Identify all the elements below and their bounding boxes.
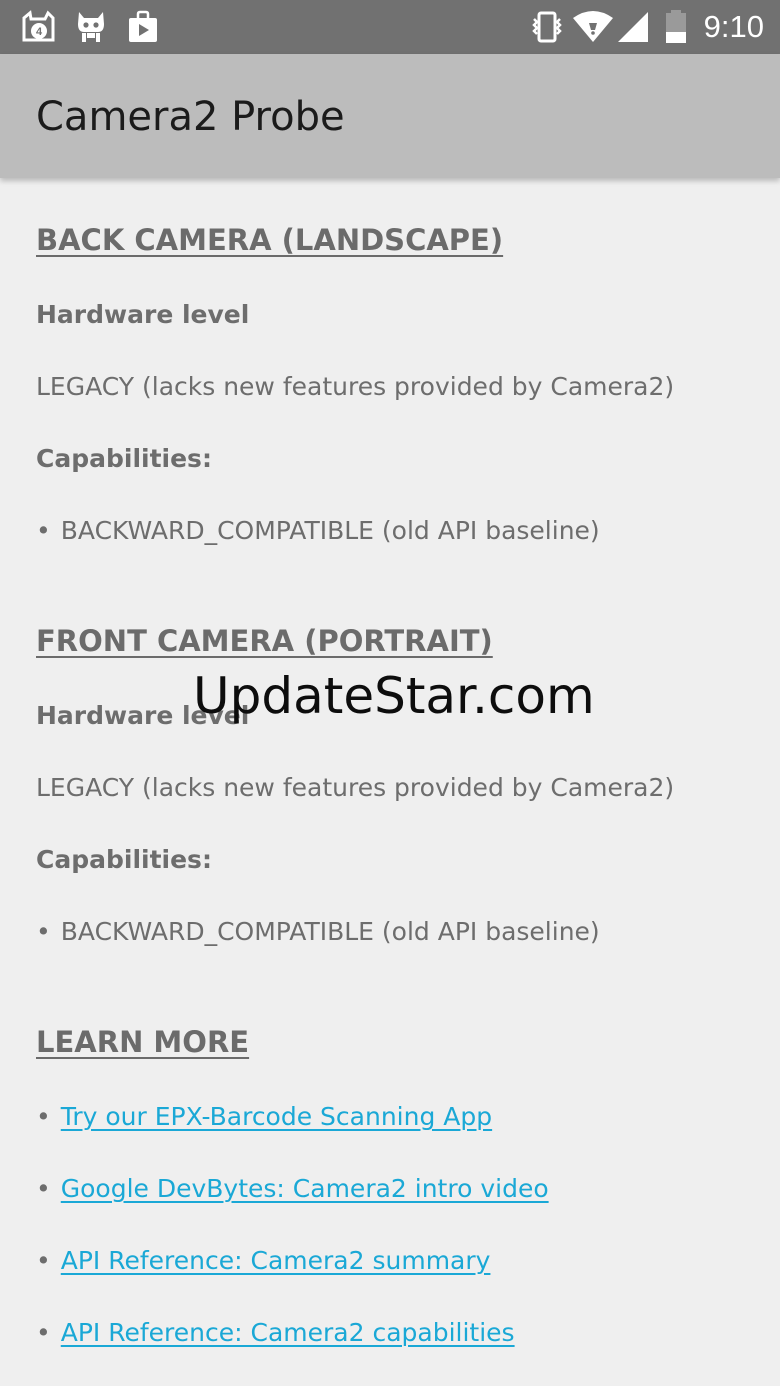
front-capability-item: • BACKWARD_COMPATIBLE (old API baseline)	[36, 916, 600, 948]
bullet: •	[36, 516, 51, 545]
learn-more-item: • API Reference: Camera2 capabilities	[36, 1317, 515, 1349]
epx-barcode-app-link[interactable]: Try our EPX-Barcode Scanning App	[61, 1102, 492, 1131]
bullet: •	[36, 1246, 51, 1275]
api-capabilities-link[interactable]: API Reference: Camera2 capabilities	[61, 1318, 515, 1347]
battery-icon	[664, 10, 688, 44]
back-hardware-level-label: Hardware level	[36, 300, 250, 329]
status-bar: 4 9:10	[0, 0, 780, 54]
learn-more-item: • Google DevBytes: Camera2 intro video	[36, 1173, 549, 1205]
bullet: •	[36, 917, 51, 946]
learn-more-item: • API Reference: Camera2 summary	[36, 1245, 490, 1277]
watermark: UpdateStar.com	[193, 667, 595, 725]
learn-more-item: • Try our EPX-Barcode Scanning App	[36, 1101, 492, 1133]
learn-more-heading: LEARN MORE	[36, 1025, 250, 1059]
app-bar: Camera2 Probe	[0, 54, 780, 178]
capability-text: BACKWARD_COMPATIBLE (old API baseline)	[60, 516, 600, 545]
front-hardware-level-value: LEGACY (lacks new features provided by C…	[36, 773, 675, 802]
media-store-icon	[126, 10, 160, 44]
capability-text: BACKWARD_COMPATIBLE (old API baseline)	[60, 917, 600, 946]
bullet: •	[36, 1318, 51, 1347]
bullet: •	[36, 1102, 51, 1131]
cat-notification-icon: 4	[22, 10, 56, 44]
app-title: Camera2 Probe	[36, 94, 345, 140]
front-capabilities-label: Capabilities:	[36, 845, 212, 874]
devbytes-video-link[interactable]: Google DevBytes: Camera2 intro video	[61, 1174, 549, 1203]
back-camera-heading: BACK CAMERA (LANDSCAPE)	[36, 223, 504, 257]
vibrate-icon	[530, 10, 564, 44]
front-camera-heading: FRONT CAMERA (PORTRAIT)	[36, 624, 493, 658]
back-capability-item: • BACKWARD_COMPATIBLE (old API baseline)	[36, 515, 600, 547]
cell-signal-icon	[616, 10, 650, 44]
api-summary-link[interactable]: API Reference: Camera2 summary	[61, 1246, 491, 1275]
android-cat-icon	[74, 10, 108, 44]
bullet: •	[36, 1174, 51, 1203]
status-time: 9:10	[703, 9, 764, 44]
back-hardware-level-value: LEGACY (lacks new features provided by C…	[36, 372, 675, 401]
back-capabilities-label: Capabilities:	[36, 444, 212, 473]
notification-badge: 4	[36, 26, 43, 38]
wifi-icon	[572, 10, 614, 44]
